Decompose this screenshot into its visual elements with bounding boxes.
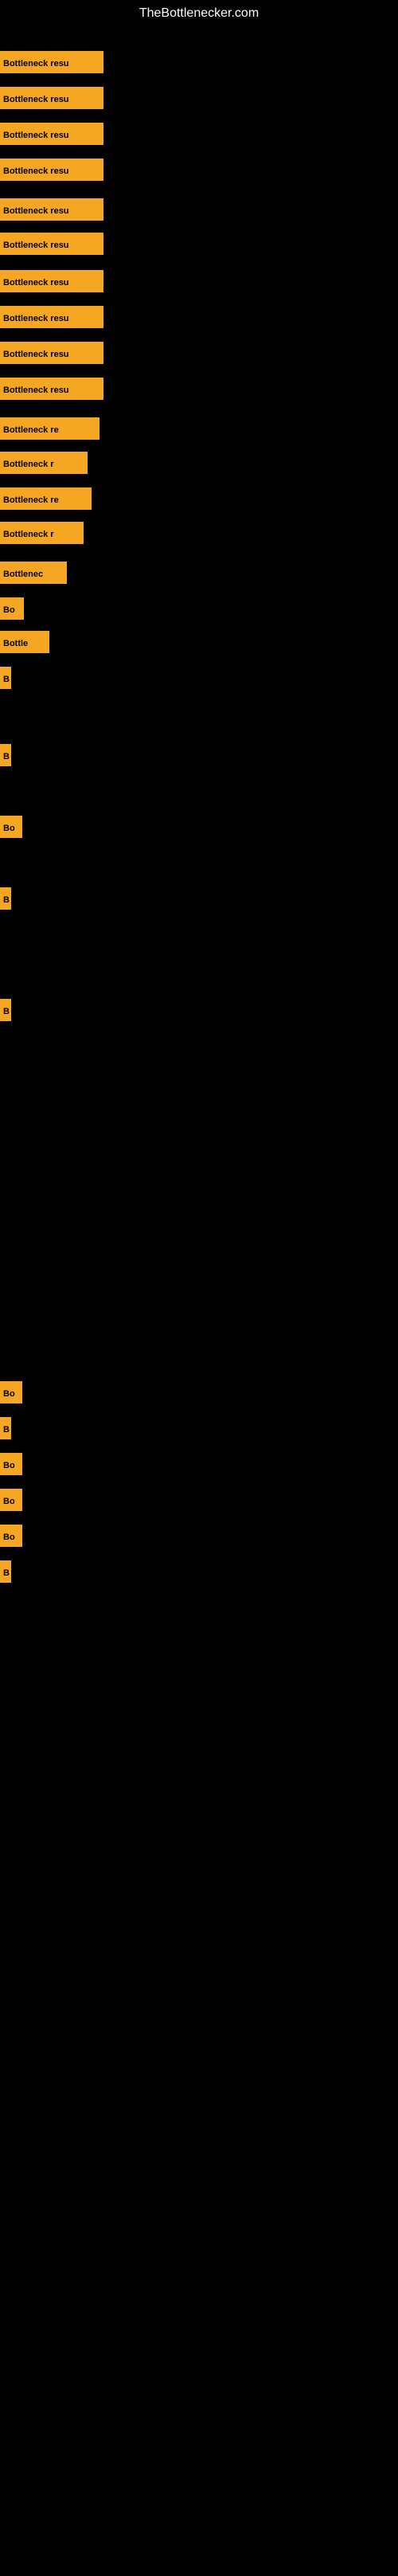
bar-label: B xyxy=(0,999,11,1021)
bar-item: B xyxy=(0,1560,11,1583)
bar-label: Bottleneck resu xyxy=(0,51,103,73)
bar-item: Bottleneck r xyxy=(0,452,88,474)
site-title: TheBottlenecker.com xyxy=(0,0,398,27)
bar-label: Bo xyxy=(0,1525,22,1547)
bar-item: Bottle xyxy=(0,631,49,653)
bar-label: Bottleneck resu xyxy=(0,306,103,328)
bar-label: Bottleneck resu xyxy=(0,233,103,255)
bar-item: Bo xyxy=(0,1453,22,1475)
bar-label: Bottleneck r xyxy=(0,522,84,544)
bar-item: Bottleneck resu xyxy=(0,198,103,221)
bar-item: Bottleneck re xyxy=(0,487,92,510)
bar-label: Bottlenec xyxy=(0,562,67,584)
bar-item: B xyxy=(0,887,11,910)
bar-label: Bottleneck resu xyxy=(0,87,103,109)
bar-item: Bottlenec xyxy=(0,562,67,584)
bar-label: Bo xyxy=(0,1453,22,1475)
bar-label: Bo xyxy=(0,597,24,620)
bar-label: Bottleneck r xyxy=(0,452,88,474)
bar-item: Bo xyxy=(0,1489,22,1511)
bar-label: Bottleneck re xyxy=(0,487,92,510)
bar-item: Bo xyxy=(0,1381,22,1403)
bar-item: Bottleneck resu xyxy=(0,270,103,292)
bar-label: Bottleneck resu xyxy=(0,198,103,221)
bar-label: Bottleneck resu xyxy=(0,270,103,292)
bar-item: B xyxy=(0,1417,11,1439)
bar-label: B xyxy=(0,1417,11,1439)
bar-label: Bottleneck resu xyxy=(0,123,103,145)
bar-item: Bottleneck resu xyxy=(0,51,103,73)
bar-item: B xyxy=(0,999,11,1021)
bar-item: Bottleneck resu xyxy=(0,233,103,255)
bar-label: Bottleneck resu xyxy=(0,342,103,364)
bar-item: Bottleneck re xyxy=(0,417,100,440)
bar-item: Bottleneck resu xyxy=(0,306,103,328)
bar-item: Bo xyxy=(0,1525,22,1547)
bar-item: Bottleneck resu xyxy=(0,378,103,400)
bar-item: Bottleneck resu xyxy=(0,342,103,364)
bar-label: B xyxy=(0,1560,11,1583)
bar-item: Bottleneck resu xyxy=(0,123,103,145)
bar-label: B xyxy=(0,744,11,766)
bar-label: Bottle xyxy=(0,631,49,653)
bar-item: Bo xyxy=(0,816,22,838)
bar-item: Bottleneck resu xyxy=(0,159,103,181)
bar-label: Bottleneck resu xyxy=(0,159,103,181)
bar-label: B xyxy=(0,887,11,910)
bar-item: Bottleneck r xyxy=(0,522,84,544)
bar-label: B xyxy=(0,667,11,689)
bar-label: Bottleneck re xyxy=(0,417,100,440)
bar-item: Bottleneck resu xyxy=(0,87,103,109)
bar-label: Bo xyxy=(0,1381,22,1403)
bar-item: Bo xyxy=(0,597,24,620)
bar-item: B xyxy=(0,744,11,766)
bar-label: Bottleneck resu xyxy=(0,378,103,400)
bar-label: Bo xyxy=(0,1489,22,1511)
bar-item: B xyxy=(0,667,11,689)
bar-label: Bo xyxy=(0,816,22,838)
